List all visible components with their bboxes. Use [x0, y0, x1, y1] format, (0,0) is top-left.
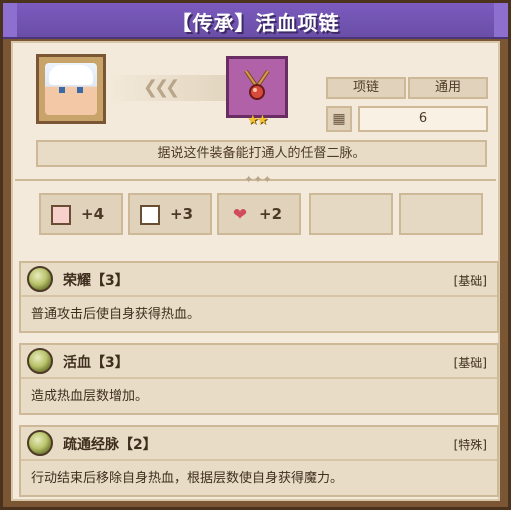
grid-icon: ▦	[326, 106, 352, 132]
item-description: 据说这件装备能打通人的任督二脉。	[36, 140, 487, 167]
trait-name: 活血【3】	[63, 355, 129, 371]
necklace-icon	[244, 69, 270, 100]
trait-card[interactable]: 活血【3】 [基础] 造成热血层数增加。	[19, 343, 499, 415]
type-tag: 项链	[326, 77, 406, 99]
divider-ornament-icon: ✦✦✦	[244, 173, 272, 186]
trait-header: 荣耀【3】 [基础]	[21, 263, 497, 297]
trait-name: 疏通经脉【2】	[63, 437, 157, 453]
item-detail-panel: 【传承】活血项链 ❮❮❮ ★★ 项链 通用 ▦ 6 据说这件装备能打通人的任督二…	[0, 0, 511, 510]
trait-name: 荣耀【3】	[63, 273, 129, 289]
title-bar: 【传承】活血项链	[3, 3, 508, 39]
portrait-eye-left	[59, 87, 65, 93]
book-icon	[140, 205, 160, 225]
stat-slot-empty	[309, 193, 393, 235]
trait-gem-icon	[27, 348, 53, 374]
trait-text: 造成热血层数增加。	[31, 389, 149, 404]
heart-icon: ❤	[232, 205, 248, 225]
rarity-stars: ★★	[247, 113, 268, 128]
trait-card[interactable]: 荣耀【3】 [基础] 普通攻击后使自身获得热血。	[19, 261, 499, 333]
stat-slot-1[interactable]: +4	[39, 193, 123, 235]
trait-text: 普通攻击后使自身获得热血。	[31, 307, 201, 322]
item-title: 【传承】活血项链	[171, 11, 340, 35]
stat-slot-3[interactable]: ❤ +2	[217, 193, 301, 235]
trait-gem-icon	[27, 430, 53, 456]
transfer-arrows-icon: ❮❮❮	[143, 77, 180, 98]
item-icon-frame[interactable]	[226, 56, 288, 118]
trait-type: [基础]	[453, 356, 487, 370]
character-portrait[interactable]	[36, 54, 106, 124]
item-value: 6	[358, 106, 488, 132]
portrait-eye-right	[77, 87, 83, 93]
stat-slot-empty	[399, 193, 483, 235]
portrait-hair	[49, 65, 93, 85]
trait-text: 行动结束后移除自身热血，根据层数使自身获得魔力。	[31, 471, 344, 486]
value-row: ▦ 6	[326, 106, 488, 132]
fist-icon	[51, 205, 71, 225]
trait-gem-icon	[27, 266, 53, 292]
trait-card[interactable]: 疏通经脉【2】 [特殊] 行动结束后移除自身热血，根据层数使自身获得魔力。	[19, 425, 499, 497]
usage-tag: 通用	[408, 77, 488, 99]
trait-type: [基础]	[453, 274, 487, 288]
stat-slot-2[interactable]: +3	[128, 193, 212, 235]
stat-value: +3	[170, 205, 194, 223]
trait-header: 活血【3】 [基础]	[21, 345, 497, 379]
stat-value: +2	[259, 205, 283, 223]
stat-value: +4	[81, 205, 105, 223]
trait-type: [特殊]	[453, 438, 487, 452]
trait-header: 疏通经脉【2】 [特殊]	[21, 427, 497, 461]
